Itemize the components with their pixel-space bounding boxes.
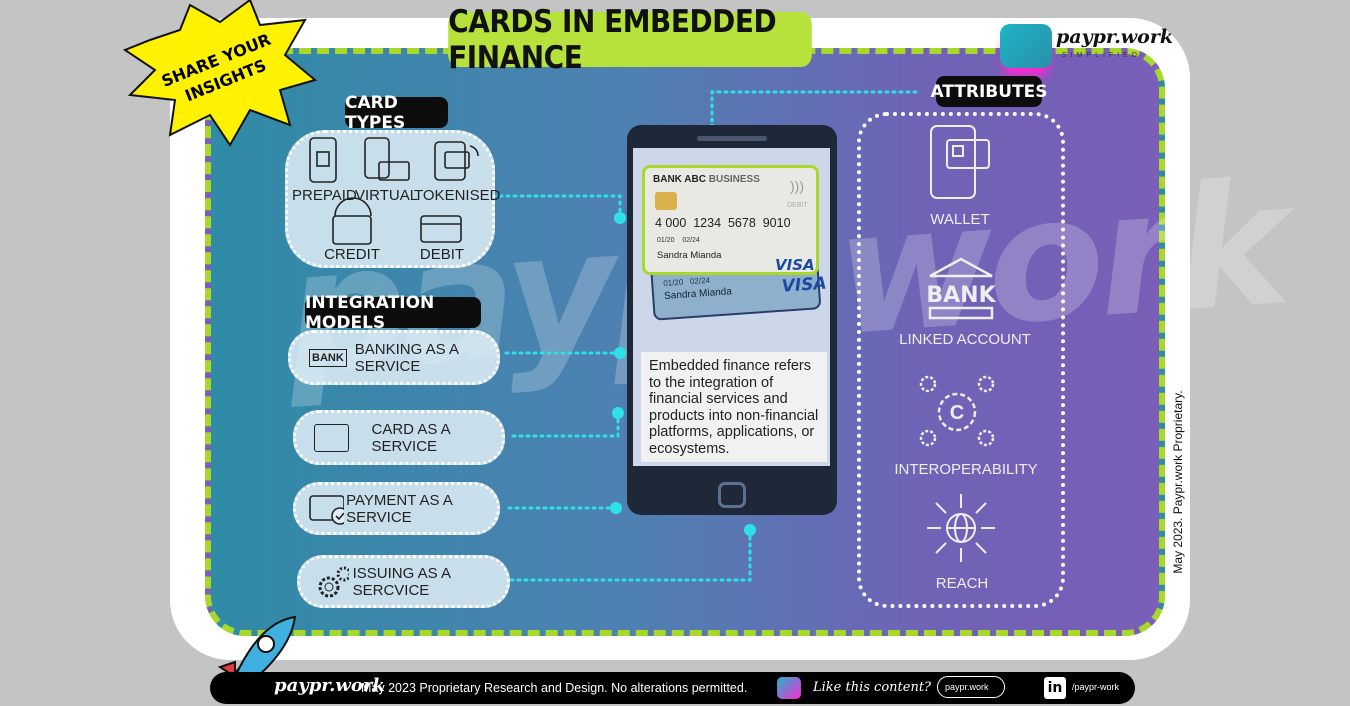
card-number: 4 000 1234 5678 9010 [655,216,791,230]
attribute-wallet: WALLET [930,211,990,228]
card-bank: BANK ABC [653,174,706,185]
integration-models-label: INTEGRATION MODELS [305,293,481,333]
back-card-to: 02/24 [689,275,711,287]
back-card-from: 01/20 [662,277,684,288]
bank-icon: BANK [309,348,347,367]
card-valid-from: 01/20 [657,237,675,244]
contactless-icon: ))) [790,178,804,194]
brand-logo-icon [777,677,801,699]
card-icon [314,423,350,452]
debit-card-icon [420,215,462,243]
back-card-network: VISA [781,273,828,297]
model-label: CARD AS A SERVICE [371,420,450,455]
card-type-tokenised: TOKENISED [414,187,501,204]
back-card-holder: Sandra Mianda [663,286,733,302]
linkedin-handle[interactable]: /paypr-work [1072,682,1119,692]
card-type-prepaid: PREPAID [292,187,357,204]
card-type-debit: DEBIT [419,246,465,263]
svg-text:C: C [950,402,964,424]
side-proprietary-note: May 2023. Paypr.work Proprietary. [1171,390,1185,574]
footer-notice: May 2023 Proprietary Research and Design… [361,681,748,695]
attributes-label: ATTRIBUTES [930,76,1048,107]
card-type: BUSINESS [708,174,760,185]
footer-bar: paypr.work May 2023 Proprietary Research… [210,672,1135,704]
attribute-interoperability: INTEROPERABILITY [894,461,1038,478]
card-valid-to: 02/24 [682,237,700,244]
bank-icon: BANK [926,257,996,320]
card-type-credit: CREDIT [324,246,380,263]
card-type-virtual: VIRTUAL [355,187,419,204]
phone-home-button [718,482,746,508]
attribute-reach: REACH [935,575,989,592]
virtual-card-icon [364,137,390,179]
front-card: BANK ABC BUSINESS ))) DEBIT 4 000 1234 5… [642,165,819,275]
prepaid-phone-icon [309,137,337,183]
bank-icon-text: BANK [926,283,996,308]
model-issuing-as-a-service: ISSUING AS A SERCVICE [297,555,510,608]
model-payment-as-a-service: PAYMENT AS A SERVICE [293,482,500,535]
globe-arrows-icon [927,494,995,562]
payment-check-icon [309,494,345,525]
model-label: ISSUING AS A SERCVICE [352,564,451,599]
card-debit: DEBIT [787,202,808,209]
interoperability-gears-icon: C [919,375,995,447]
model-label: BANKING AS A SERVICE [354,340,459,375]
gears-icon [318,566,349,597]
card-types-label: CARD TYPES [345,93,448,133]
tokenised-wallet-icon [434,141,466,181]
footer-cta: Like this content? [813,680,932,695]
card-network: VISA [775,256,815,274]
attribute-linked-account: LINKED ACCOUNT [899,331,1031,348]
wallet-phone-icon [930,125,990,199]
card-holder: Sandra Mianda [657,250,722,261]
model-label: PAYMENT AS A SERVICE [346,491,452,526]
description-text: Embedded finance refers to the integrati… [641,352,827,462]
chip-icon [655,192,677,210]
phone-speaker [697,136,767,141]
model-banking-as-a-service: BANK BANKING AS A SERVICE [288,330,500,385]
website-button[interactable]: paypr.work [937,676,1005,698]
linkedin-icon[interactable]: in [1044,677,1066,699]
model-card-as-a-service: CARD AS A SERVICE [293,410,505,465]
